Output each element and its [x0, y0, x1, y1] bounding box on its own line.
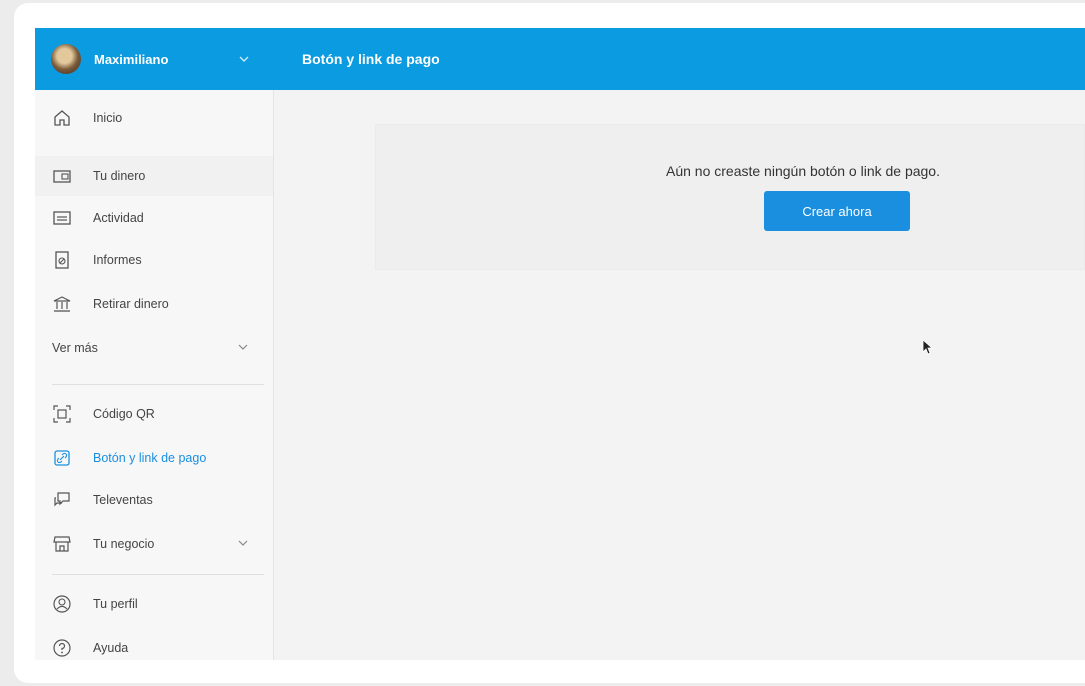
sidebar-item-boton-link-pago[interactable]: Botón y link de pago: [35, 438, 273, 478]
store-icon: [52, 534, 72, 554]
sidebar-item-label: Informes: [93, 253, 142, 267]
user-name: Maximiliano: [94, 51, 169, 67]
user-menu[interactable]: Maximiliano: [35, 28, 273, 90]
sidebar-item-ayuda[interactable]: Ayuda: [35, 628, 273, 660]
sidebar-item-label: Código QR: [93, 407, 155, 421]
header-bar: Botón y link de pago: [273, 28, 1085, 90]
chevron-down-icon: [239, 56, 249, 62]
sidebar-item-codigo-qr[interactable]: Código QR: [35, 394, 273, 434]
sidebar-item-informes[interactable]: Informes: [35, 240, 273, 280]
sidebar-item-televentas[interactable]: Televentas: [35, 480, 273, 520]
sidebar-item-label: Tu dinero: [93, 169, 146, 183]
mouse-cursor-icon: [922, 339, 934, 355]
sidebar-item-inicio[interactable]: Inicio: [35, 98, 273, 138]
qr-icon: [52, 404, 72, 424]
home-icon: [52, 108, 72, 128]
sidebar-item-label: Botón y link de pago: [93, 451, 207, 465]
chevron-down-icon: [238, 540, 248, 546]
sidebar-item-label: Retirar dinero: [93, 297, 169, 311]
sidebar-item-label: Actividad: [93, 211, 144, 225]
sidebar-item-tu-negocio[interactable]: Tu negocio: [35, 524, 273, 564]
sidebar-item-tu-dinero[interactable]: Tu dinero: [35, 156, 273, 196]
divider: [52, 574, 264, 575]
sidebar-item-label: Tu negocio: [93, 537, 155, 551]
divider: [52, 384, 264, 385]
profile-icon: [52, 594, 72, 614]
avatar: [51, 44, 81, 74]
page-title: Botón y link de pago: [302, 51, 440, 67]
sidebar-item-actividad[interactable]: Actividad: [35, 198, 273, 238]
help-icon: [52, 638, 72, 658]
wallet-icon: [52, 166, 72, 186]
app-window: Maximiliano Inicio Tu dinero Actividad I…: [35, 28, 1085, 660]
sidebar-item-label: Tu perfil: [93, 597, 138, 611]
activity-icon: [52, 208, 72, 228]
chat-icon: [52, 490, 72, 510]
sidebar-item-tu-perfil[interactable]: Tu perfil: [35, 584, 273, 624]
sidebar-item-ver-mas[interactable]: Ver más: [35, 328, 273, 368]
sidebar-item-label: Televentas: [93, 493, 153, 507]
chevron-down-icon: [238, 344, 248, 350]
reports-icon: [52, 250, 72, 270]
sidebar-item-label: Ver más: [52, 341, 98, 355]
sidebar-item-retirar-dinero[interactable]: Retirar dinero: [35, 284, 273, 324]
sidebar-item-label: Ayuda: [93, 641, 129, 655]
sidebar-item-label: Inicio: [93, 111, 123, 125]
link-icon: [52, 448, 72, 468]
create-now-button[interactable]: Crear ahora: [764, 191, 910, 231]
empty-state-message: Aún no creaste ningún botón o link de pa…: [666, 163, 940, 179]
empty-state-panel: Aún no creaste ningún botón o link de pa…: [375, 124, 1085, 270]
sidebar: Maximiliano Inicio Tu dinero Actividad I…: [35, 28, 274, 660]
bank-icon: [52, 294, 72, 314]
